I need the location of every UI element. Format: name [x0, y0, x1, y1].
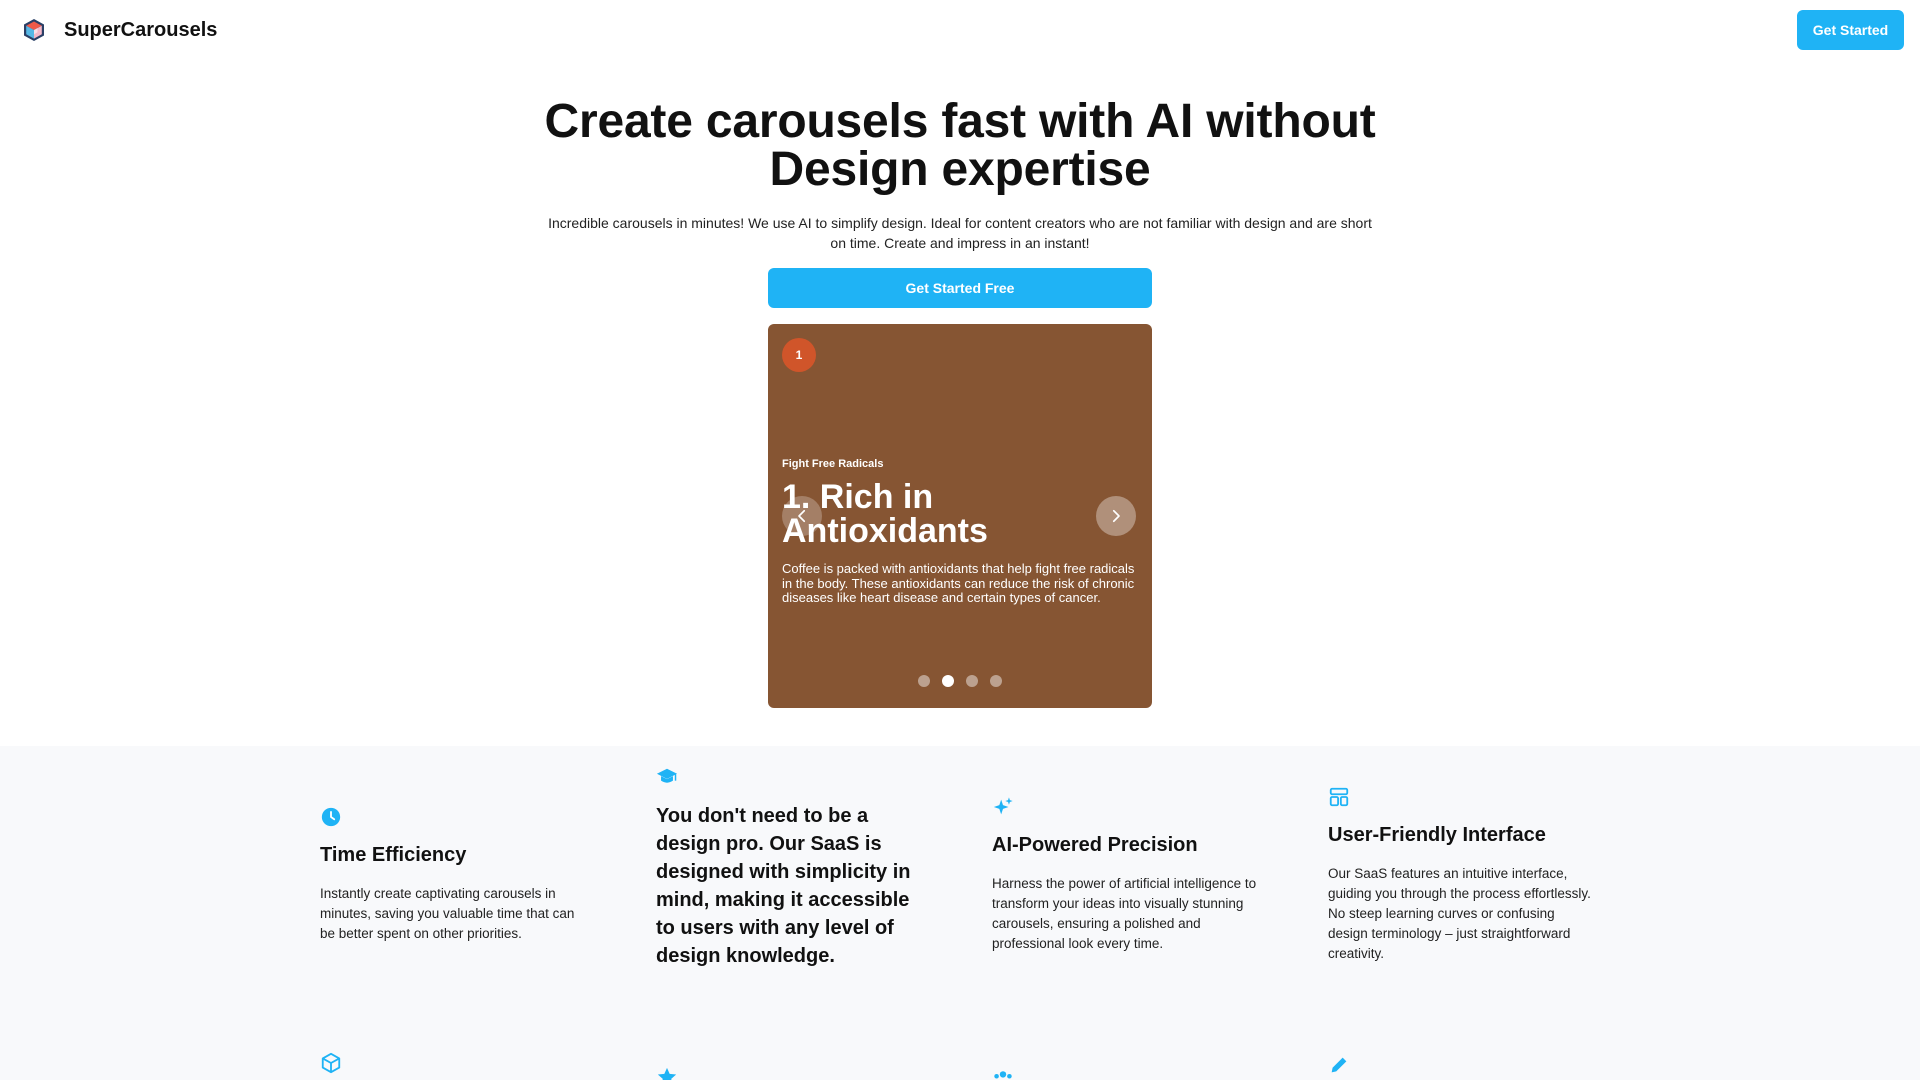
- chevron-left-icon: [798, 509, 806, 523]
- logo-cube-icon[interactable]: [22, 18, 46, 42]
- feature-title: Time Efficiency: [320, 844, 467, 866]
- features-section: Time Efficiency Instantly create captiva…: [0, 746, 1920, 1080]
- chevron-right-icon: [1112, 509, 1120, 523]
- carousel-dot-3[interactable]: [966, 675, 978, 687]
- feature-title: You don't need to be a design pro. Our S…: [656, 805, 911, 967]
- feature-design-pro: You don't need to be a design pro. Our S…: [656, 766, 926, 970]
- feature-title: User-Friendly Interface: [1328, 824, 1546, 846]
- cube-icon: [321, 1052, 341, 1074]
- sparkles-icon: [993, 797, 1013, 815]
- get-started-free-button[interactable]: Get Started Free: [768, 268, 1152, 308]
- carousel-dots: [768, 675, 1152, 687]
- feature-description: Harness the power of artificial intellig…: [992, 876, 1257, 951]
- header-get-started-button[interactable]: Get Started: [1797, 10, 1904, 50]
- carousel-prev-button[interactable]: [782, 496, 822, 536]
- pencil-icon: [1331, 1057, 1347, 1073]
- site-header: SuperCarousels Get Started: [0, 0, 1920, 60]
- feature-description: Instantly create captivating carousels i…: [320, 886, 575, 941]
- carousel-dot-1[interactable]: [918, 675, 930, 687]
- brand-name[interactable]: SuperCarousels: [64, 19, 217, 42]
- slide-number-badge: 1: [782, 338, 816, 372]
- graduation-cap-icon: [656, 768, 678, 783]
- feature-description: Our SaaS features an intuitive interface…: [1328, 866, 1591, 961]
- slide-kicker: Fight Free Radicals: [782, 458, 884, 470]
- feature-title: AI-Powered Precision: [992, 834, 1198, 856]
- feature-time-efficiency: Time Efficiency Instantly create captiva…: [320, 806, 590, 944]
- slide-title: 1. Rich in Antioxidants: [782, 478, 988, 550]
- carousel-slide: 1 Fight Free Radicals 1. Rich in Antioxi…: [768, 324, 1152, 708]
- hero-title-line-2: Design expertise: [769, 143, 1151, 196]
- carousel-dot-2[interactable]: [942, 675, 954, 687]
- carousel-dot-4[interactable]: [990, 675, 1002, 687]
- feature-user-friendly: User-Friendly Interface Our SaaS feature…: [1328, 786, 1598, 964]
- star-icon: [657, 1067, 677, 1080]
- hero-subtitle: Incredible carousels in minutes! We use …: [548, 215, 1372, 251]
- slide-body: Coffee is packed with antioxidants that …: [782, 561, 1135, 605]
- feature-ai-precision: AI-Powered Precision Harness the power o…: [992, 796, 1262, 954]
- hero-title-line-1: Create carousels fast with AI without: [544, 95, 1376, 148]
- clock-icon: [321, 807, 341, 827]
- carousel-next-button[interactable]: [1096, 496, 1136, 536]
- layout-icon: [1329, 787, 1349, 807]
- users-icon: [994, 1071, 1012, 1079]
- hero-title: Create carousels fast with AI without De…: [460, 98, 1460, 194]
